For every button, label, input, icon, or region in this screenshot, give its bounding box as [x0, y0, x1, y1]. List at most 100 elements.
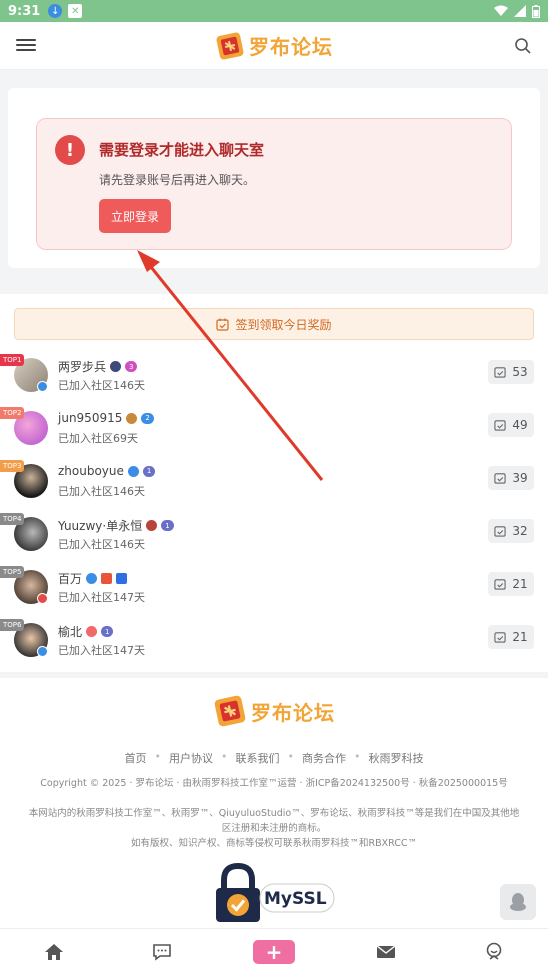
verified-icon — [127, 465, 139, 477]
join-days: 已加入社区69天 — [58, 432, 138, 445]
rank-row[interactable]: TOP3 zhouboyue 1 已加入社区146天 39 — [0, 460, 548, 513]
checkin-count: 21 — [488, 572, 534, 596]
star-badge-icon — [116, 573, 128, 584]
footer-link-company[interactable]: 秋雨罗科技 — [369, 750, 424, 766]
logo-text: 罗布论坛 — [249, 35, 333, 59]
rank-row[interactable]: TOP1 两罗步兵 3 已加入社区146天 53 — [0, 354, 548, 407]
username-text: jun950915 — [58, 411, 123, 425]
level-badge: 3 — [125, 361, 138, 372]
rank-badge: TOP5 — [0, 566, 25, 578]
level-badge: 1 — [142, 465, 156, 477]
chat-icon — [153, 943, 171, 961]
footer-link-contact[interactable]: 联系我们 — [236, 750, 280, 766]
status-bar: 9:31 ↓ ✕ — [0, 0, 548, 22]
verified-badge-icon — [37, 646, 48, 657]
username[interactable]: zhouboyue 1 — [58, 464, 156, 478]
username-text: 百万 — [58, 572, 83, 586]
chatroom-panel: ! 需要登录才能进入聊天室 请先登录账号后再进入聊天。 立即登录 — [8, 88, 540, 268]
username-text: Yuuzwy·单永恒 — [58, 519, 143, 533]
myssl-seal[interactable]: MySSL — [212, 862, 342, 922]
qq-support-button[interactable] — [500, 884, 536, 920]
checkin-count: 32 — [488, 519, 534, 543]
heart-icon — [86, 626, 98, 637]
myssl-text: MySSL — [264, 889, 327, 909]
checkin-count: 49 — [488, 413, 534, 437]
envelope-icon — [376, 944, 396, 958]
level-badge: 1 — [161, 520, 174, 531]
search-icon[interactable] — [514, 37, 532, 55]
lion-icon — [126, 412, 138, 424]
trademark-line: 本网站内的秋雨罗科技工作室™、秋雨罗™、QiuyuluoStudio™、罗布论坛… — [28, 808, 520, 834]
verified-icon — [86, 573, 98, 584]
username-text: zhouboyue — [58, 464, 124, 478]
tab-home[interactable] — [34, 937, 74, 967]
footer-link-agreement[interactable]: 用户协议 — [169, 750, 213, 766]
checkin-ranking-panel: 签到领取今日奖励 TOP1 两罗步兵 3 已加入社区146天 53 TOP2 j… — [0, 294, 548, 672]
footer-link-home[interactable]: 首页 — [125, 750, 147, 766]
rank-row[interactable]: TOP4 Yuuzwy·单永恒 1 已加入社区146天 32 — [0, 513, 548, 566]
calendar-check-icon — [494, 526, 506, 537]
footer-logo-text: 罗布论坛 — [251, 700, 335, 725]
profile-icon — [486, 942, 502, 960]
separator: • — [154, 750, 162, 763]
rank-row[interactable]: TOP2 jun950915 2 已加入社区69天 49 — [0, 407, 548, 460]
login-title: 需要登录才能进入聊天室 — [99, 141, 265, 159]
infringement-line: 如有版权、知识产权、商标等侵权可联系秋雨罗科技™和RBXRCC™ — [130, 838, 418, 849]
separator: • — [221, 750, 228, 763]
footer-link-business[interactable]: 商务合作 — [302, 750, 346, 766]
join-days: 已加入社区146天 — [58, 379, 145, 392]
separator: • — [354, 750, 361, 763]
app-notification-icon: ✕ — [68, 4, 83, 18]
join-days: 已加入社区146天 — [58, 485, 145, 498]
rank-badge: TOP4 — [0, 513, 25, 525]
calendar-check-icon — [216, 318, 230, 331]
calendar-check-icon — [494, 367, 506, 378]
rank-badge: TOP1 — [0, 354, 25, 366]
checkin-button[interactable]: 签到领取今日奖励 — [14, 308, 534, 340]
site-logo[interactable]: 罗布论坛 — [215, 31, 333, 61]
login-required-alert: ! 需要登录才能进入聊天室 请先登录账号后再进入聊天。 立即登录 — [36, 118, 512, 250]
app-header: 罗布论坛 — [0, 22, 548, 70]
join-days: 已加入社区147天 — [58, 644, 145, 657]
copyright-text: Copyright © 2025 · 罗布论坛 · 由秋雨罗科技工作室™运营 ·… — [40, 778, 508, 789]
flame-icon — [101, 573, 113, 584]
username[interactable]: 两罗步兵 3 — [58, 358, 138, 375]
username[interactable]: jun950915 2 — [58, 411, 154, 425]
level-badge: 2 — [141, 412, 154, 424]
level-badge: 1 — [101, 626, 114, 637]
rank-badge: TOP6 — [0, 619, 25, 631]
username[interactable]: Yuuzwy·单永恒 1 — [58, 517, 174, 534]
checkin-count: 39 — [488, 466, 534, 490]
footer-logo[interactable]: 罗布论坛 — [0, 694, 548, 728]
site-footer: 罗布论坛 首页 • 用户协议 • 联系我们 • 商务合作 • 秋雨罗科技 Cop… — [0, 678, 548, 928]
separator: • — [287, 750, 295, 763]
tab-messages[interactable] — [142, 937, 182, 967]
wifi-icon — [494, 5, 508, 16]
role-icon — [110, 361, 122, 372]
calendar-check-icon — [494, 632, 506, 643]
rank-badge: TOP2 — [0, 407, 25, 419]
login-button[interactable]: 立即登录 — [99, 199, 171, 233]
tab-profile[interactable] — [474, 937, 514, 967]
footer-links: 首页 • 用户协议 • 联系我们 • 商务合作 • 秋雨罗科技 — [0, 750, 548, 766]
tab-mail[interactable] — [366, 937, 406, 967]
rank-row[interactable]: TOP6 榆北 1 已加入社区147天 21 — [0, 619, 548, 672]
rank-badge: TOP3 — [0, 460, 25, 472]
calendar-check-icon — [494, 420, 506, 431]
tab-create[interactable]: + — [250, 937, 298, 967]
calendar-check-icon — [494, 473, 506, 484]
score-value: 39 — [512, 471, 528, 485]
username-text: 两罗步兵 — [58, 360, 107, 374]
rank-row[interactable]: TOP5 百万 已加入社区147天 21 — [0, 566, 548, 619]
username[interactable]: 榆北 1 — [58, 623, 114, 640]
checkin-count: 53 — [488, 360, 534, 384]
signal-icon — [514, 5, 526, 17]
menu-icon[interactable] — [16, 36, 36, 56]
verified-badge-icon — [37, 381, 48, 392]
shield-icon — [146, 520, 158, 531]
login-description: 请先登录账号后再进入聊天。 — [99, 173, 256, 187]
qq-penguin-icon — [510, 893, 526, 911]
username[interactable]: 百万 — [58, 570, 128, 587]
trademark-notice: 本网站内的秋雨罗科技工作室™、秋雨罗™、QiuyuluoStudio™、罗布论坛… — [28, 806, 520, 851]
checkin-label: 签到领取今日奖励 — [235, 317, 332, 332]
